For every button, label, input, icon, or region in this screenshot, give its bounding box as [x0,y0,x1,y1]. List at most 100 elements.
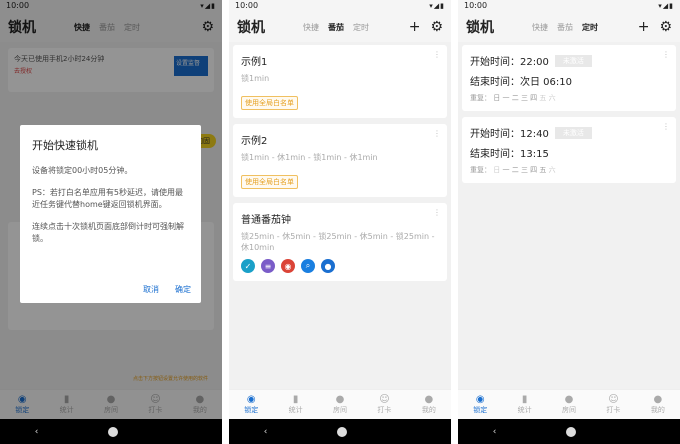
bottom-tab-stats[interactable]: ▮ 统计 [273,390,317,419]
tab-label: 锁定 [244,406,259,414]
pomodoro-card[interactable]: ⋮ 示例1 锁1min 使用全局白名单 [233,45,447,118]
repeat-days: 重复： 日 一 二 三 四 五 六 [470,165,668,175]
whitelist-app-icons: ✓ ≡ ◉ ⌕ ● [241,259,439,273]
more-icon[interactable]: ⋮ [662,122,670,131]
dialog-text-duration: 设备将锁定00小时05分钟。 [32,166,133,175]
status-badge[interactable]: 未激活 [554,126,592,139]
day: 一 [502,166,510,174]
gear-icon[interactable]: ⚙ [430,20,443,34]
profile-tab-icon: ● [424,394,434,405]
top-tabs: 快捷 番茄 定时 [303,22,409,33]
stats-tab-icon: ▮ [292,394,299,405]
day: 四 [530,166,538,174]
lock-tab-icon: ◉ [246,394,256,405]
day: 三 [520,166,528,174]
whitelist-tag: 使用全局白名单 [241,175,298,189]
tab-label: 统计 [517,406,532,414]
cancel-button[interactable]: 取消 [143,284,159,295]
status-bar: 10:00 ▾◢▮ [458,0,680,12]
start-time: 开始时间：12:40 [470,129,549,140]
pomodoro-card[interactable]: ⋮ 普通番茄钟 锁25min - 休5min - 锁25min - 休5min … [233,203,447,281]
card-title: 示例2 [241,136,268,147]
checkin-tab-icon: ☺ [379,394,390,405]
tab-label: 统计 [288,406,303,414]
tab-label: 房间 [562,406,577,414]
pomodoro-list: ⋮ 示例1 锁1min 使用全局白名单 ⋮ 示例2 锁1min - 休1min … [229,42,451,389]
dialog-text-unlock: 连续点击十次锁机页面底部倒计时可强制解锁。 [32,222,184,243]
back-icon[interactable]: ‹ [264,427,268,437]
tab-timer[interactable]: 定时 [582,22,598,33]
stats-tab-icon: ▮ [521,394,528,405]
schedule-card[interactable]: ⋮ 开始时间：22:00 未激活 结束时间：次日 06:10 重复： 日 一 二 … [462,45,676,111]
card-desc: 锁25min - 休5min - 锁25min - 休5min - 锁25min… [241,232,435,252]
gear-icon[interactable]: ⚙ [659,20,672,34]
back-icon[interactable]: ‹ [35,427,39,437]
status-icons: ▾◢▮ [429,2,445,10]
phone-screen-pomodoro: 10:00 ▾◢▮ 锁机 快捷 番茄 定时 + ⚙ ⋮ 示例1 锁1min 使用… [229,0,451,444]
day: 日 [493,94,501,102]
card-title: 示例1 [241,57,268,68]
schedule-list: ⋮ 开始时间：22:00 未激活 结束时间：次日 06:10 重复： 日 一 二 … [458,42,680,389]
home-icon[interactable] [107,426,118,437]
pomodoro-card[interactable]: ⋮ 示例2 锁1min - 休1min - 锁1min - 休1min 使用全局… [233,124,447,197]
day: 二 [511,94,519,102]
tab-quick[interactable]: 快捷 [532,22,548,33]
day: 日 [493,166,501,174]
home-icon[interactable] [565,426,576,437]
app-bar: 锁机 快捷 番茄 定时 + ⚙ [458,12,680,42]
repeat-label: 重复： [470,94,491,102]
system-nav-bar: ‹ [458,419,680,444]
bottom-tab-checkin[interactable]: ☺ 打卡 [362,390,406,419]
system-nav-bar: ‹ [229,419,451,444]
day: 二 [511,166,519,174]
end-time: 结束时间：13:15 [470,149,549,160]
lock-tab-icon: ◉ [475,394,485,405]
status-badge[interactable]: 未激活 [554,54,592,67]
end-time: 结束时间：次日 06:10 [470,77,572,88]
more-icon[interactable]: ⋮ [433,208,441,217]
list-app-icon: ≡ [261,259,275,273]
bottom-tab-stats[interactable]: ▮ 统计 [502,390,546,419]
tab-pomodoro[interactable]: 番茄 [557,22,573,33]
day: 五 [539,94,547,102]
more-icon[interactable]: ⋮ [433,129,441,138]
contacts-icon: ● [321,259,335,273]
status-time: 10:00 [464,1,488,10]
bottom-tab-lock[interactable]: ◉ 锁定 [229,390,273,419]
app-title: 锁机 [237,20,265,36]
bottom-tab-mine[interactable]: ● 我的 [636,390,680,419]
room-tab-icon: ● [335,394,345,405]
system-nav-bar: ‹ [0,419,222,444]
tab-label: 我的 [421,406,436,414]
whitelist-tag: 使用全局白名单 [241,96,298,110]
start-time: 开始时间：22:00 [470,57,549,68]
back-icon[interactable]: ‹ [493,427,497,437]
day: 一 [502,94,510,102]
add-button[interactable]: + [409,20,421,34]
more-icon[interactable]: ⋮ [433,50,441,59]
tab-quick[interactable]: 快捷 [303,22,319,33]
add-button[interactable]: + [638,20,650,34]
tab-label: 打卡 [606,406,621,414]
bottom-tab-checkin[interactable]: ☺ 打卡 [591,390,635,419]
check-app-icon: ✓ [241,259,255,273]
top-tabs: 快捷 番茄 定时 [532,22,638,33]
home-icon[interactable] [336,426,347,437]
app-bar: 锁机 快捷 番茄 定时 + ⚙ [229,12,451,42]
bottom-tab-lock[interactable]: ◉ 锁定 [458,390,502,419]
tab-label: 房间 [333,406,348,414]
bottom-tab-mine[interactable]: ● 我的 [407,390,451,419]
bottom-tab-room[interactable]: ● 房间 [318,390,362,419]
more-icon[interactable]: ⋮ [662,50,670,59]
status-icons: ▾◢▮ [658,2,674,10]
phone-screen-quick-lock: 10:00 ▾◢▮ 锁机 快捷 番茄 定时 ⚙ 今天已使用手机2小时24分钟 去… [0,0,222,444]
bottom-tab-room[interactable]: ● 房间 [547,390,591,419]
tab-timer[interactable]: 定时 [353,22,369,33]
status-time: 10:00 [235,1,259,10]
day: 六 [548,94,556,102]
tab-pomodoro[interactable]: 番茄 [328,22,344,33]
confirm-button[interactable]: 确定 [175,284,191,295]
schedule-card[interactable]: ⋮ 开始时间：12:40 未激活 结束时间：13:15 重复： 日 一 二 三 四… [462,117,676,183]
repeat-label: 重复： [470,166,491,174]
profile-tab-icon: ● [653,394,663,405]
